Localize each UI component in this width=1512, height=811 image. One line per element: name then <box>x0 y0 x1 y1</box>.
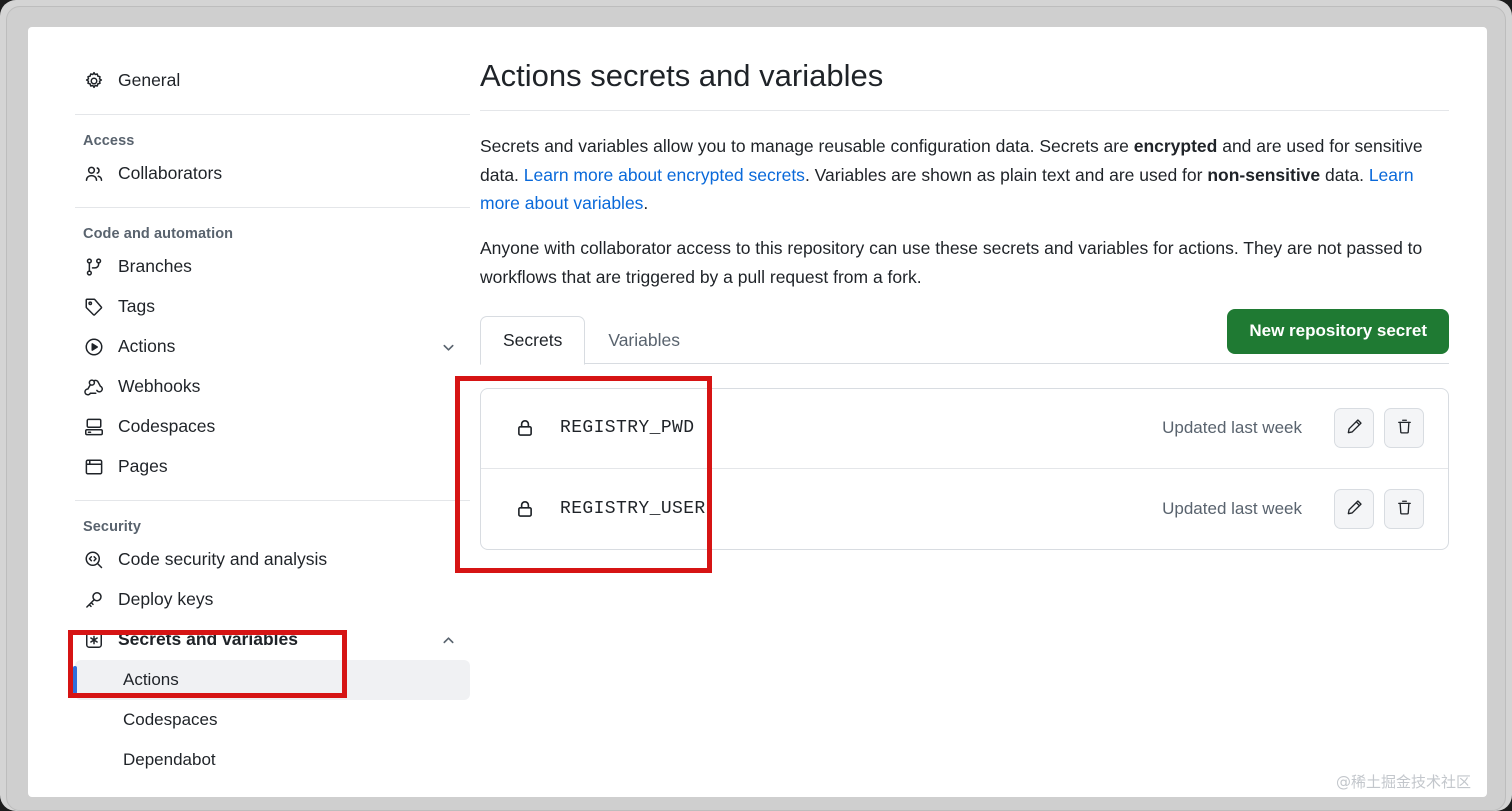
sidebar-item-label: Webhooks <box>118 376 201 397</box>
sidebar-item-label: Tags <box>118 296 155 317</box>
codespaces-icon <box>83 416 105 438</box>
trash-icon <box>1396 499 1413 519</box>
sidebar-item-branches[interactable]: Branches <box>75 247 470 287</box>
tab-label: Secrets <box>503 329 563 350</box>
sidebar-item-label: Pages <box>118 456 168 477</box>
chevron-down-icon[interactable] <box>440 339 456 355</box>
trash-icon <box>1396 418 1413 438</box>
sidebar-section-security: Security <box>83 519 142 535</box>
sidebar-item-label: Code security and analysis <box>118 549 328 570</box>
edit-secret-button[interactable] <box>1334 488 1374 529</box>
edit-secret-button[interactable] <box>1334 408 1374 449</box>
sidebar-item-webhooks[interactable]: Webhooks <box>75 367 470 407</box>
sidebar-item-label: Codespaces <box>118 416 216 437</box>
table-row[interactable]: REGISTRY_USER Updated last week <box>481 469 1448 549</box>
tab-secrets[interactable]: Secrets <box>480 315 586 365</box>
lock-icon <box>514 417 536 439</box>
pencil-icon <box>1346 418 1363 438</box>
browser-icon <box>83 456 105 478</box>
secret-name: REGISTRY_PWD <box>560 418 695 439</box>
branch-icon <box>83 256 105 278</box>
sidebar-item-tags[interactable]: Tags <box>75 287 470 327</box>
sidebar-item-pages[interactable]: Pages <box>75 447 470 487</box>
desc-part-4: data. <box>1320 164 1369 185</box>
desc-part-5: . <box>643 192 649 213</box>
sidebar-subitem-label: Codespaces <box>123 710 218 729</box>
sidebar-item-label: Branches <box>118 256 192 277</box>
tab-label: Variables <box>608 329 680 350</box>
sidebar-item-label: General <box>118 70 181 91</box>
sidebar-subitem-label: Actions <box>123 670 179 689</box>
page-title: Actions secrets and variables <box>480 58 884 93</box>
sidebar-item-actions[interactable]: Actions <box>75 327 470 367</box>
secret-updated: Updated last week <box>1162 418 1302 438</box>
settings-page: General Access Collaborators Code and au… <box>28 27 1487 797</box>
secret-name: REGISTRY_USER <box>560 498 706 519</box>
lock-icon <box>514 498 536 520</box>
desc-bold-encrypted: encrypted <box>1133 136 1218 157</box>
sidebar-subitem-secrets-codespaces[interactable]: Codespaces <box>75 700 470 740</box>
sidebar-section-code-and-automation: Code and automation <box>83 226 234 242</box>
code-scan-icon <box>83 549 105 571</box>
desc-part-1: Secrets and variables allow you to manag… <box>480 136 1134 157</box>
sidebar-subitem-secrets-actions[interactable]: Actions <box>73 660 470 700</box>
description-paragraph-2: Anyone with collaborator access to this … <box>480 238 1423 287</box>
link-encrypted-secrets[interactable]: Learn more about encrypted secrets <box>524 165 805 185</box>
key-icon <box>83 589 105 611</box>
sidebar-subitem-label: Dependabot <box>123 750 216 769</box>
secrets-list: REGISTRY_PWD Updated last week REGISTRY_… <box>480 387 1449 550</box>
tag-icon <box>83 296 105 318</box>
watermark: @稀土掘金技术社区 <box>1335 773 1471 791</box>
sidebar-divider <box>75 500 470 501</box>
chevron-up-icon[interactable] <box>440 632 456 648</box>
people-icon <box>83 163 105 185</box>
secret-updated: Updated last week <box>1162 498 1302 518</box>
sidebar-section-access: Access <box>83 133 135 149</box>
sidebar-item-deploy-keys[interactable]: Deploy keys <box>75 580 470 620</box>
table-row[interactable]: REGISTRY_PWD Updated last week <box>481 389 1448 469</box>
sidebar-item-codespaces[interactable]: Codespaces <box>75 407 470 447</box>
delete-secret-button[interactable] <box>1384 408 1424 449</box>
sidebar-divider <box>75 207 470 208</box>
scrollbar[interactable] <box>1481 27 1487 797</box>
delete-secret-button[interactable] <box>1384 488 1424 529</box>
sidebar-item-label: Deploy keys <box>118 589 214 610</box>
desc-part-3: . Variables are shown as plain text and … <box>804 164 1208 185</box>
sidebar-divider <box>75 114 470 115</box>
play-circle-icon <box>83 336 105 358</box>
settings-sidebar: General Access Collaborators Code and au… <box>28 27 480 797</box>
sidebar-subitem-secrets-dependabot[interactable]: Dependabot <box>75 740 470 780</box>
sidebar-item-label: Actions <box>118 336 176 357</box>
tab-list: Secrets Variables <box>480 315 703 365</box>
page-background: General Access Collaborators Code and au… <box>0 0 1512 811</box>
pencil-icon <box>1346 499 1363 519</box>
tab-bar: Secrets Variables New repository secret <box>480 309 1449 365</box>
sidebar-item-collaborators[interactable]: Collaborators <box>75 154 470 194</box>
sidebar-item-secrets-and-variables[interactable]: Secrets and variables <box>75 620 470 660</box>
title-divider <box>480 110 1449 112</box>
sidebar-item-general[interactable]: General <box>75 61 470 101</box>
webhook-icon <box>83 376 105 398</box>
sidebar-item-label: Collaborators <box>118 163 223 184</box>
sidebar-item-label: Secrets and variables <box>118 629 298 650</box>
tab-variables[interactable]: Variables <box>585 316 703 365</box>
desc-bold-non-sensitive: non-sensitive <box>1207 164 1321 185</box>
browser-window: General Access Collaborators Code and au… <box>6 6 1506 811</box>
main-content: Actions secrets and variables Secrets an… <box>480 27 1487 797</box>
asterisk-box-icon <box>83 629 105 651</box>
description-paragraph-1: Secrets and variables allow you to manag… <box>480 132 1435 217</box>
sidebar-item-code-security-and-analysis[interactable]: Code security and analysis <box>75 540 470 580</box>
new-repository-secret-button[interactable]: New repository secret <box>1227 309 1449 354</box>
gear-icon <box>83 70 105 92</box>
